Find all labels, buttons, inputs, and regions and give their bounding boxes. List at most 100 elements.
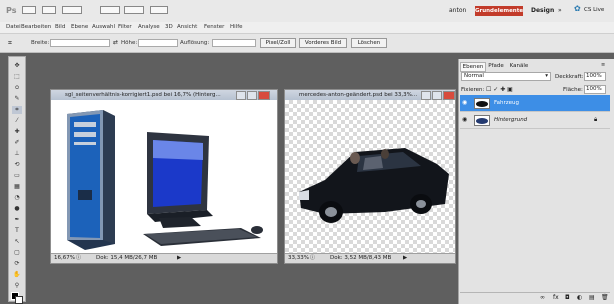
aufloesung-field[interactable] (212, 39, 256, 47)
close-icon[interactable] (258, 91, 270, 100)
lock-options-icon[interactable]: ☐ ✓ ✚ ▣ (486, 86, 513, 93)
arrange-documents-icon[interactable] (124, 6, 144, 14)
layer-thumbnail (474, 115, 490, 126)
layer-row-hintergrund[interactable]: ◉ Hintergrund 🔒︎ (460, 112, 610, 129)
hoehe-field[interactable] (138, 39, 178, 47)
path-select-tool-icon[interactable]: ↖ (12, 238, 22, 245)
unit-select[interactable]: Pixel/Zoll (260, 38, 296, 48)
healing-tool-icon[interactable]: ✚ (12, 128, 22, 135)
bridge-icon[interactable] (22, 6, 36, 14)
hand-tool-icon[interactable]: ✋ (12, 271, 22, 278)
cs-live-label[interactable]: CS Live (584, 7, 604, 13)
minibridge-icon[interactable] (42, 6, 56, 14)
brush-tool-icon[interactable]: ✐ (12, 139, 22, 146)
layer-style-icon[interactable]: fx (553, 294, 559, 301)
blur-tool-icon[interactable]: ◔ (12, 194, 22, 201)
maximize-icon[interactable] (432, 91, 442, 100)
3d-rotate-tool-icon[interactable]: ⟳ (12, 260, 22, 267)
layer-thumbnail (474, 98, 490, 109)
blend-mode-value: Normal (464, 73, 484, 79)
move-tool-icon[interactable]: ✥ (12, 62, 22, 69)
menu-datei[interactable]: Datei (6, 24, 21, 30)
minimize-icon[interactable] (236, 91, 246, 100)
marquee-tool-icon[interactable]: ⬚ (12, 73, 22, 80)
status-info-icon[interactable]: ⓘ (310, 254, 315, 263)
workspace-grundelemente[interactable]: Grundelemente (475, 6, 523, 16)
minimize-icon[interactable] (421, 91, 431, 100)
panel-menu-icon[interactable]: ≡ (601, 62, 605, 68)
trash-icon[interactable]: 🗑︎ (601, 294, 609, 301)
zoom-tool-icon[interactable]: ⚲ (12, 282, 22, 289)
cs-live-icon[interactable]: ✿ (574, 4, 581, 13)
eraser-tool-icon[interactable]: ▭ (12, 172, 22, 179)
blend-mode-select[interactable]: Normal ▾ (461, 72, 551, 81)
workspace-user[interactable]: anton (449, 7, 466, 14)
workspace-more-button[interactable]: » (558, 7, 562, 14)
lock-label: Fixieren: (461, 87, 485, 93)
layer-name[interactable]: Fahrzeug (494, 100, 519, 106)
eyedropper-tool-icon[interactable]: ⁄ (12, 117, 22, 124)
quick-select-tool-icon[interactable]: ✎ (12, 95, 22, 102)
opacity-field[interactable]: 100% (584, 72, 606, 81)
visibility-eye-icon[interactable]: ◉ (462, 116, 467, 123)
crop-tool-icon[interactable]: ⌗ (8, 39, 12, 48)
menu-ansicht[interactable]: Ansicht (177, 24, 197, 30)
loeschen-button[interactable]: Löschen (351, 38, 387, 48)
photoshop-logo: Ps (6, 6, 17, 15)
menu-auswahl[interactable]: Auswahl (92, 24, 115, 30)
pen-tool-icon[interactable]: ✒ (12, 216, 22, 223)
zoom-level-icon[interactable] (100, 6, 120, 14)
lasso-tool-icon[interactable]: ᴑ (12, 84, 22, 91)
breite-field[interactable] (50, 39, 110, 47)
visibility-eye-icon[interactable]: ◉ (462, 99, 467, 106)
link-layers-icon[interactable]: ∞ (540, 294, 545, 301)
status-menu-arrow-icon[interactable]: ▶ (403, 254, 407, 263)
crop-tool-active-icon[interactable]: ⌗ (12, 106, 22, 114)
screen-mode-icon[interactable] (150, 6, 168, 14)
chevron-down-icon: ▾ (545, 73, 548, 79)
dodge-tool-icon[interactable]: ● (12, 205, 22, 212)
lock-icon: 🔒︎ (594, 116, 598, 123)
status-menu-arrow-icon[interactable]: ▶ (177, 254, 181, 263)
tab-ebenen[interactable]: Ebenen (460, 62, 486, 72)
shape-tool-icon[interactable]: ▢ (12, 249, 22, 256)
document-size[interactable]: Dok: 15,4 MB/26,7 MB (96, 254, 157, 263)
fill-field[interactable]: 100% (584, 85, 606, 94)
view-extras-icon[interactable] (62, 6, 82, 14)
opacity-label: Deckkraft: (555, 74, 584, 80)
maximize-icon[interactable] (247, 91, 257, 100)
layer-name[interactable]: Hintergrund (494, 117, 527, 123)
document-size[interactable]: Dok: 3,52 MB/8,43 MB (330, 254, 391, 263)
tab-pfade[interactable]: Pfade (486, 62, 506, 70)
workspace-design[interactable]: Design (531, 7, 554, 14)
status-info-icon[interactable]: ⓘ (76, 254, 81, 263)
layer-row-fahrzeug[interactable]: ◉ Fahrzeug (460, 95, 610, 112)
fill-label: Fläche: (563, 87, 583, 93)
menu-ebene[interactable]: Ebene (71, 24, 88, 30)
background-color-swatch[interactable] (15, 296, 23, 304)
swap-icon[interactable]: ⇄ (113, 39, 118, 46)
zoom-level[interactable]: 33,33% (288, 254, 309, 263)
gradient-tool-icon[interactable]: ▦ (12, 183, 22, 190)
menu-analyse[interactable]: Analyse (138, 24, 160, 30)
document-window-computer[interactable]: sgl_seitenverhältnis-korrigiert1.psd bei… (50, 89, 278, 264)
document-window-car[interactable]: mercedes-anton-geändert.psd bei 33,3%...… (284, 89, 456, 264)
menu-3d[interactable]: 3D (165, 24, 173, 30)
menu-hilfe[interactable]: Hilfe (230, 24, 243, 30)
document-status-car: 33,33% ⓘ Dok: 3,52 MB/8,43 MB ▶ (285, 253, 455, 263)
breite-label: Breite: (31, 40, 50, 46)
new-layer-icon[interactable]: ▤ (589, 294, 595, 301)
mask-icon[interactable]: ◘ (565, 294, 570, 301)
menu-filter[interactable]: Filter (118, 24, 132, 30)
type-tool-icon[interactable]: T (12, 227, 22, 234)
tab-kanaele[interactable]: Kanäle (508, 62, 530, 70)
stamp-tool-icon[interactable]: ⊥ (12, 150, 22, 157)
zoom-level[interactable]: 16,67% (54, 254, 75, 263)
menu-fenster[interactable]: Fenster (204, 24, 224, 30)
menu-bild[interactable]: Bild (55, 24, 65, 30)
menu-bearbeiten[interactable]: Bearbeiten (21, 24, 51, 30)
history-brush-icon[interactable]: ⟲ (12, 161, 22, 168)
vorderes-bild-button[interactable]: Vorderes Bild (299, 38, 347, 48)
adjustment-layer-icon[interactable]: ◐ (577, 294, 582, 301)
close-icon[interactable] (443, 91, 455, 100)
